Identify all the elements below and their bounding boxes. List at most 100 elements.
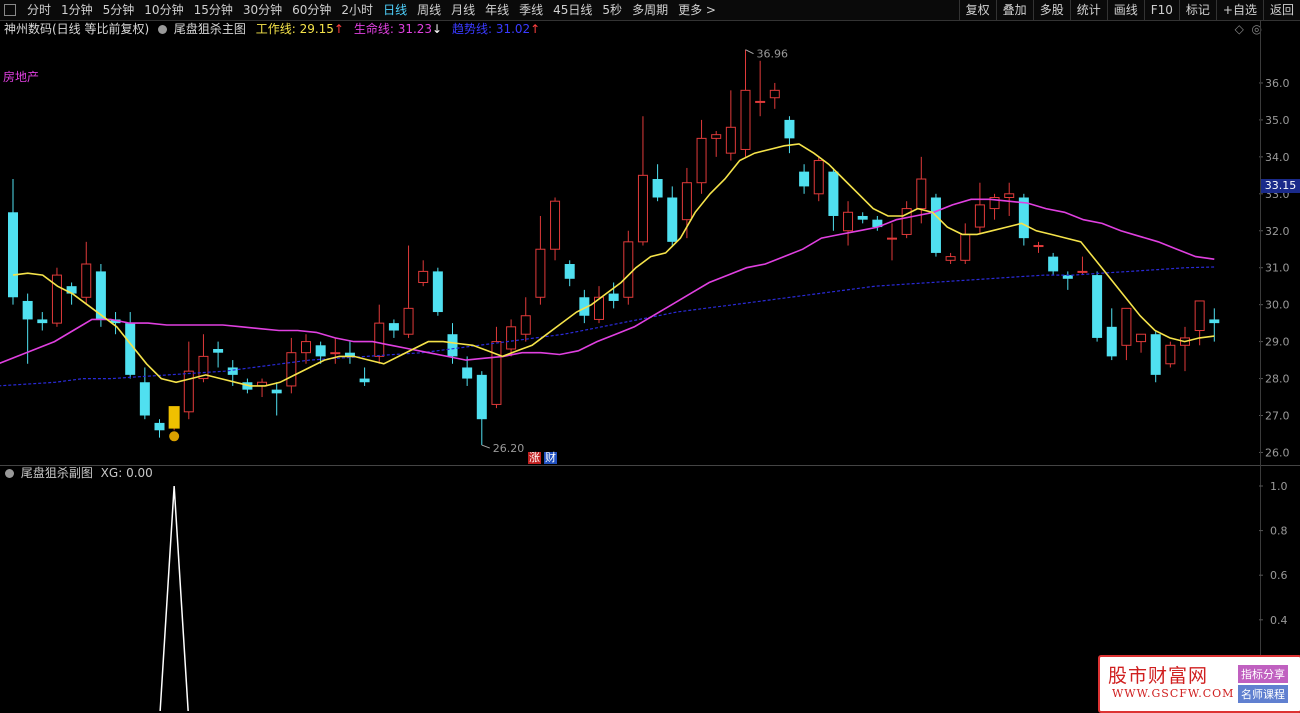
candle-body [916, 178, 927, 210]
candle-body [183, 370, 194, 413]
diamond-icon[interactable]: ◇ [1235, 22, 1244, 36]
candle-body [271, 389, 282, 394]
candle-body [447, 334, 458, 357]
low-pointer [481, 444, 490, 449]
candle-body [301, 341, 311, 354]
candle-body [711, 134, 722, 139]
candle-body [432, 271, 443, 313]
toolbar-right-item-7[interactable]: +自选 [1215, 0, 1263, 20]
xg-label: XG: [100, 466, 123, 480]
period-toolbar: 分时 1分钟 5分钟 10分钟 15分钟 30分钟 60分钟 2小时 日线 周线 月线 年线 季线 45日… [0, 0, 1300, 21]
candle-body [520, 315, 531, 335]
pane-divider[interactable] [0, 465, 1300, 466]
candle-body [1048, 256, 1059, 272]
toolbar-right-menu: 复权 叠加 多股 统计 画线 F10 标记 +自选 返回 [958, 0, 1300, 20]
sub-indicator-name[interactable]: 尾盘狙杀副图 [21, 466, 93, 480]
candle-body [667, 197, 678, 242]
period-tab-15[interactable]: 多周期 [627, 0, 673, 20]
candle-body [550, 200, 561, 250]
toolbar-right-item-0[interactable]: 复权 [958, 0, 996, 20]
zhang-badge[interactable]: 涨 [528, 452, 541, 464]
candle-body [696, 137, 707, 184]
life-line-arrow: ↓ [432, 22, 443, 36]
signal-tick-label: 0.8 [1270, 525, 1288, 538]
signal-tick-label: 0.6 [1270, 569, 1288, 582]
candle-body [769, 89, 780, 99]
candle-body [535, 248, 546, 298]
candle-body [1136, 333, 1147, 343]
watermark-tag-course: 名师课程 [1238, 685, 1288, 703]
period-tab-2[interactable]: 5分钟 [98, 0, 140, 20]
toolbar-right-item-4[interactable]: 画线 [1106, 0, 1144, 20]
high-price-label: 36.96 [757, 48, 789, 61]
indicator-name[interactable]: 尾盘狙杀主图 [174, 22, 246, 36]
coin-icon [169, 431, 180, 442]
period-tab-13[interactable]: 45日线 [548, 0, 597, 20]
toolbar-right-item-1[interactable]: 叠加 [995, 0, 1033, 20]
indicator-menu-icon[interactable] [158, 25, 168, 34]
price-tick-label: 29.0 [1265, 336, 1290, 349]
xg-value: 0.00 [126, 466, 153, 480]
price-tick-label: 34.0 [1265, 151, 1290, 164]
period-tab-0[interactable]: 分时 [22, 0, 56, 20]
candle-body [1209, 319, 1220, 324]
price-tick-label: 31.0 [1265, 262, 1290, 275]
signal-candle-marker [168, 406, 180, 429]
toolbar-right-item-3[interactable]: 统计 [1069, 0, 1107, 20]
candle-body [22, 300, 33, 320]
stock-title[interactable]: 神州数码(日线 等比前复权) [4, 22, 149, 36]
candlestick-chart[interactable]: 26.027.028.029.030.031.032.033.034.035.0… [0, 38, 1300, 465]
candle-body [1165, 344, 1176, 365]
candle-body [8, 212, 18, 298]
candle-body [813, 160, 824, 195]
period-tab-3[interactable]: 10分钟 [139, 0, 188, 20]
period-tab-5[interactable]: 30分钟 [238, 0, 287, 20]
period-tab-16[interactable]: 更多 > [673, 0, 721, 20]
candle-body [388, 323, 399, 331]
candle-body [1033, 245, 1044, 248]
candle-body [51, 274, 62, 324]
period-tab-7[interactable]: 2小时 [336, 0, 378, 20]
candle-body [213, 348, 224, 353]
work-line-arrow: ↑ [333, 22, 344, 36]
candle-body [37, 319, 48, 324]
work-line-value: 29.15 [299, 22, 334, 36]
period-tab-1[interactable]: 1分钟 [56, 0, 98, 20]
candle-body [81, 263, 92, 298]
period-tab-11[interactable]: 年线 [480, 0, 514, 20]
trend-line-value: 31.02 [495, 22, 531, 36]
period-tab-14[interactable]: 5秒 [597, 0, 627, 20]
toolbar-right-item-8[interactable]: 返回 [1262, 0, 1300, 20]
candle-body [828, 171, 839, 216]
candle-body [374, 322, 385, 357]
sub-indicator-menu-icon[interactable] [5, 469, 14, 478]
candle-body [652, 179, 663, 198]
life-line [0, 198, 1215, 364]
candle-body [623, 241, 634, 298]
toolbar-right-item-2[interactable]: 多股 [1032, 0, 1070, 20]
work-line-label: 工作线: [255, 22, 296, 36]
period-tab-6[interactable]: 60分钟 [287, 0, 336, 20]
toolbar-right-item-6[interactable]: 标记 [1178, 0, 1216, 20]
life-line-value: 31.23 [397, 22, 433, 36]
candle-body [506, 326, 517, 350]
candle-body [608, 293, 619, 301]
candle-body [1121, 307, 1132, 346]
candle-body [843, 211, 854, 232]
candle-body [564, 264, 575, 279]
candle-body [974, 204, 985, 228]
candle-body [725, 126, 736, 154]
toolbar-right-item-5[interactable]: F10 [1143, 0, 1179, 20]
period-tab-8[interactable]: 日线 [378, 0, 412, 20]
candle-body [476, 374, 487, 420]
cai-badge[interactable]: 财 [544, 452, 557, 464]
period-tab-12[interactable]: 季线 [514, 0, 548, 20]
period-tab-9[interactable]: 周线 [412, 0, 446, 20]
period-tab-10[interactable]: 月线 [446, 0, 480, 20]
candle-body [1150, 334, 1161, 375]
candle-body [359, 378, 370, 383]
candle-body [740, 89, 751, 150]
last-price-tag: 33.15 [1261, 179, 1300, 193]
period-tab-4[interactable]: 15分钟 [189, 0, 238, 20]
window-box-icon[interactable] [4, 4, 16, 16]
